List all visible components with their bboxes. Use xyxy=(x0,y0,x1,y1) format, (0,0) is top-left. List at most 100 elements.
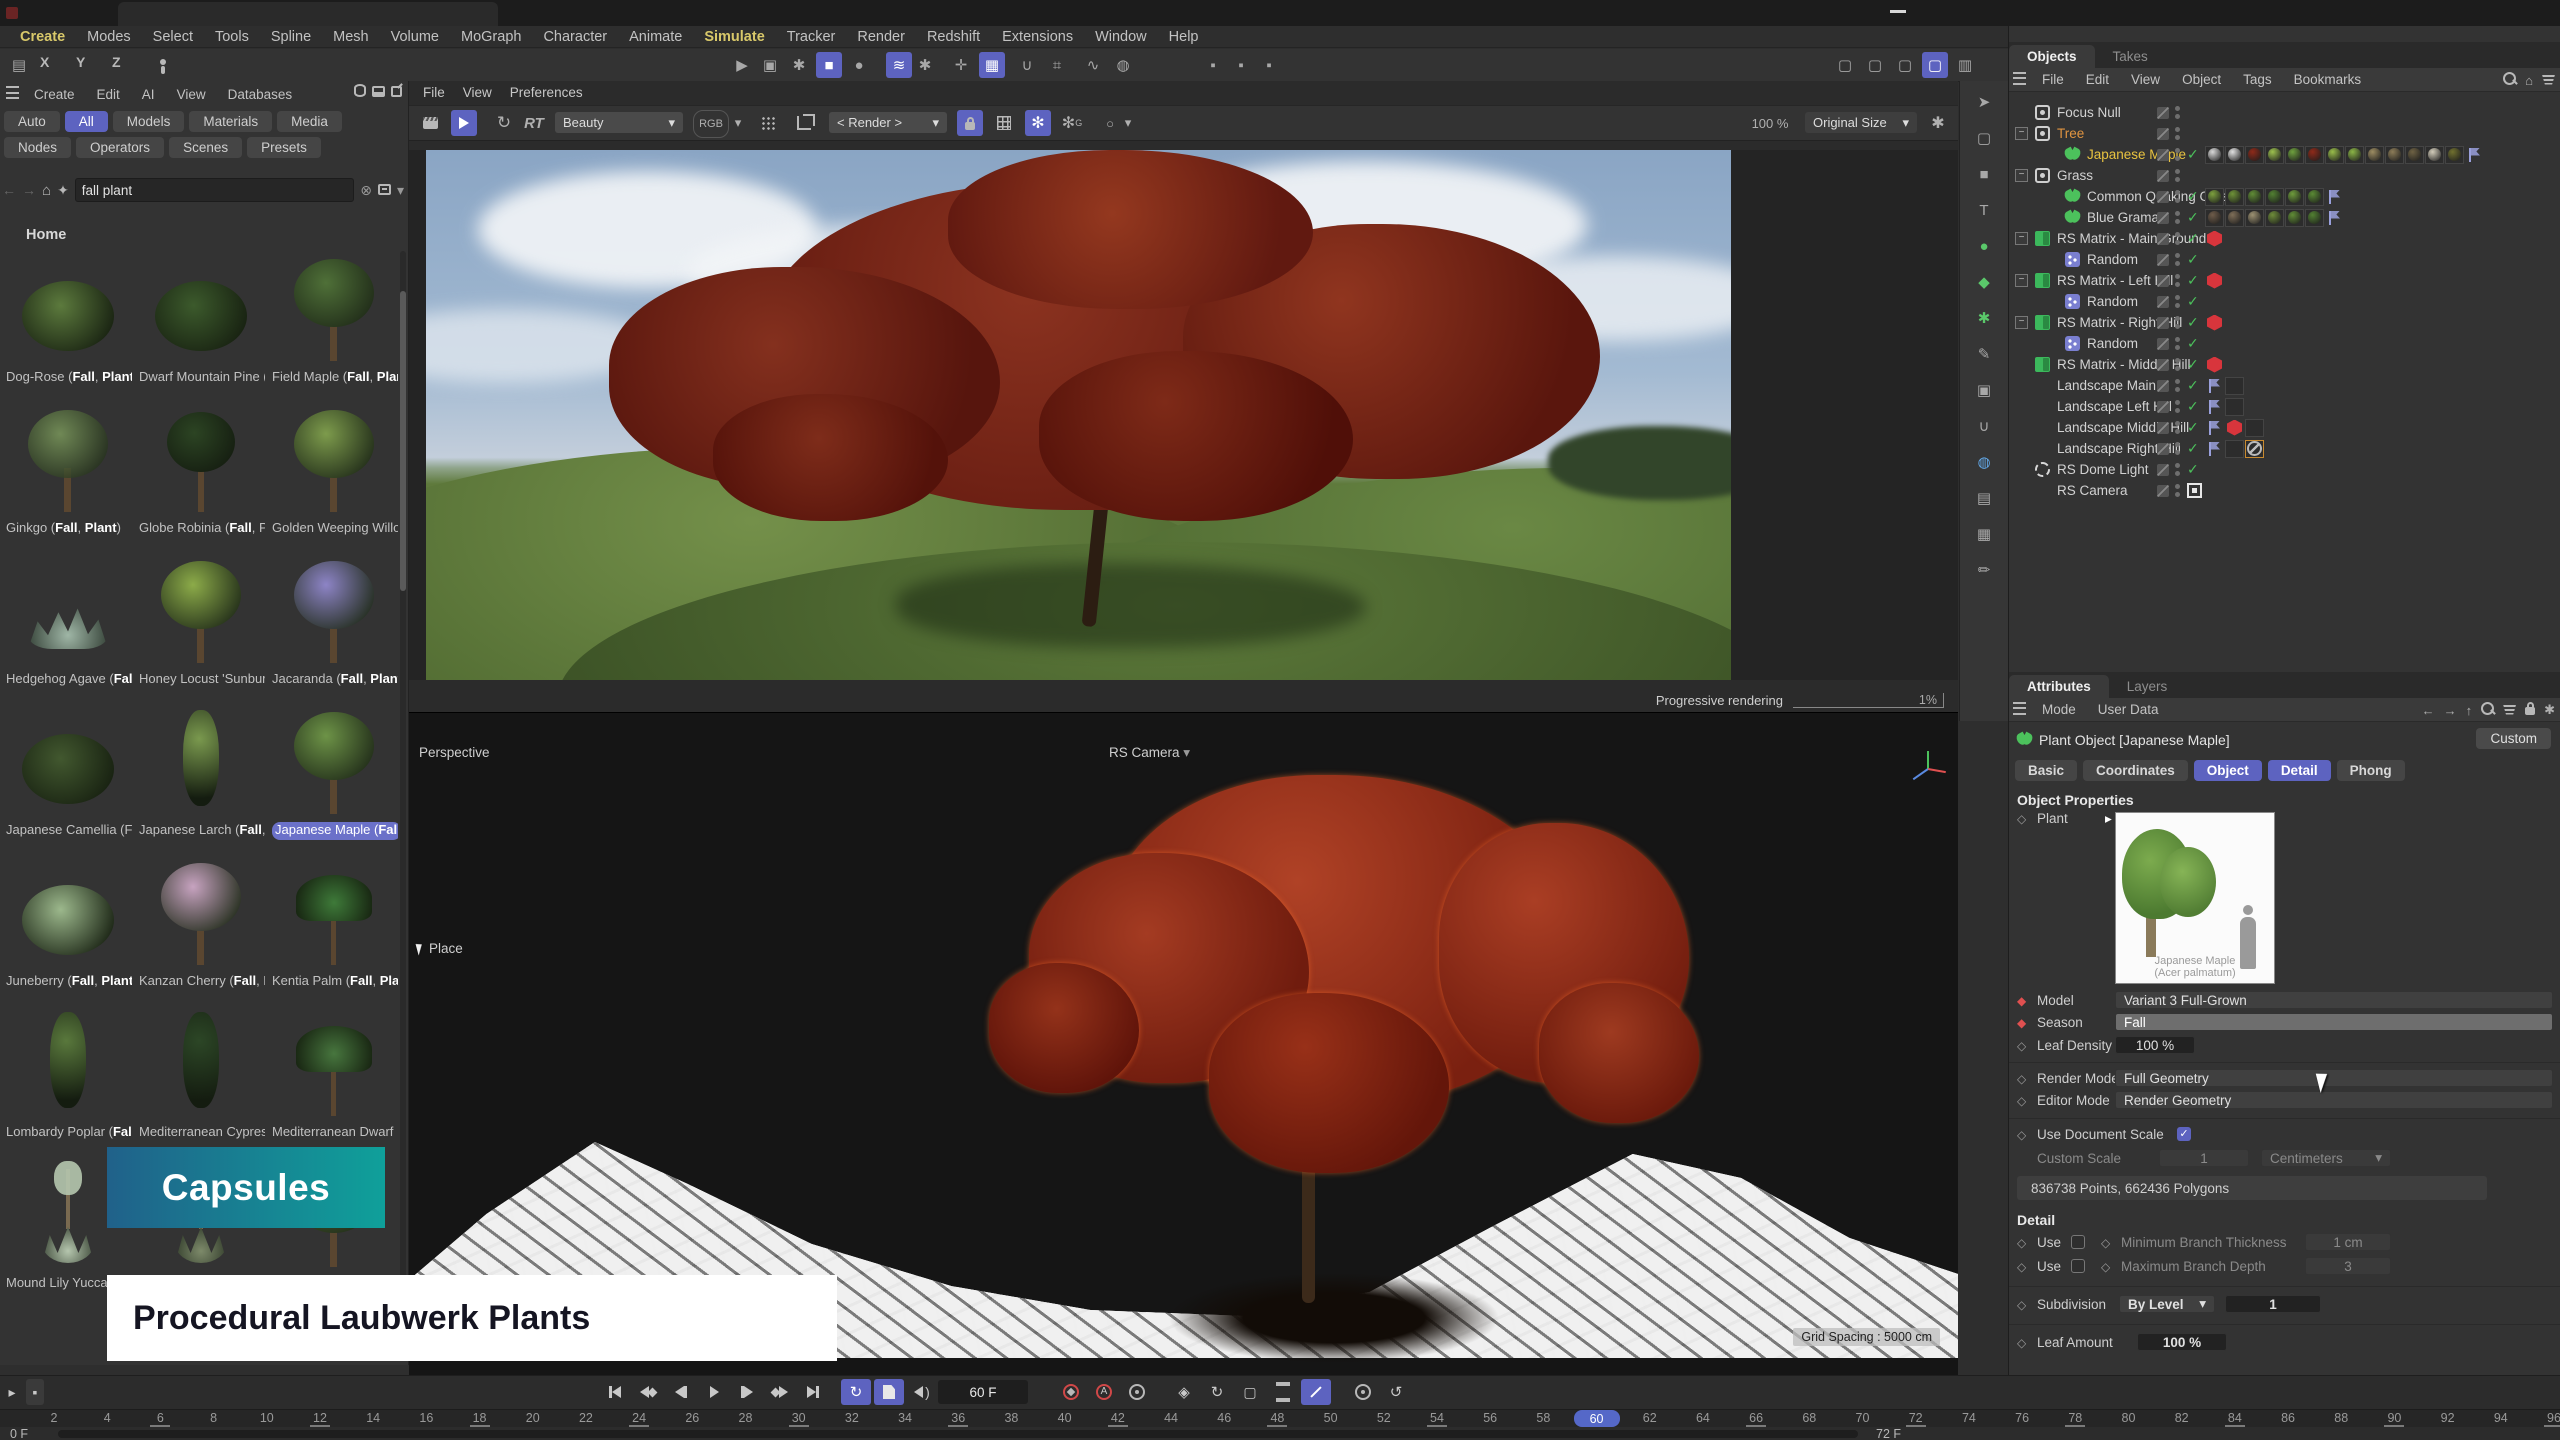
material-swatch-icon[interactable] xyxy=(2265,188,2284,206)
start-ipr-icon[interactable] xyxy=(451,110,477,136)
visibility-toggle-icon[interactable] xyxy=(2157,170,2169,182)
custom-scale-field[interactable]: 1 xyxy=(2159,1149,2249,1167)
region-caret-icon[interactable]: ▾ xyxy=(1121,110,1135,136)
material-swatch-icon[interactable] xyxy=(2245,188,2264,206)
ab-menu-edit[interactable]: Edit xyxy=(88,87,129,102)
lock-render-icon[interactable] xyxy=(957,110,983,136)
leaf-amount-field[interactable]: 100 % xyxy=(2137,1333,2227,1351)
camera-label[interactable]: RS Camera ▾ xyxy=(1109,745,1190,761)
filter-all[interactable]: All xyxy=(65,111,108,132)
zoom-value[interactable]: 100 % xyxy=(1745,110,1795,136)
smart-search-icon[interactable]: ✦ xyxy=(57,182,69,199)
tab-layers[interactable]: Layers xyxy=(2109,675,2186,698)
object-label[interactable]: Grass xyxy=(2057,168,2093,183)
asset-item[interactable]: Kentia Palm (Fall, Plant) xyxy=(272,855,398,1001)
editor-render-dots-icon[interactable] xyxy=(2175,463,2181,477)
deformer-icon[interactable]: ▣ xyxy=(1968,375,2000,405)
play-icon[interactable] xyxy=(699,1379,729,1405)
max-branch-field[interactable]: 3 xyxy=(2305,1257,2391,1275)
visibility-toggle-icon[interactable] xyxy=(2157,317,2169,329)
search-options-caret-icon[interactable]: ▾ xyxy=(397,182,404,199)
annotation-flag-icon[interactable] xyxy=(2208,379,2221,393)
material-swatch-icon[interactable] xyxy=(2305,188,2324,206)
layout-model-icon[interactable]: ▢ xyxy=(1892,52,1918,78)
cycle-icon[interactable]: ↺ xyxy=(1381,1379,1411,1405)
archive-icon[interactable] xyxy=(378,182,391,198)
enabled-check-icon[interactable]: ✓ xyxy=(2187,335,2199,352)
expand-toggle-icon[interactable]: − xyxy=(2015,127,2028,140)
asset-item[interactable]: Japanese Maple (Fall, ... xyxy=(272,704,398,850)
menu-tracker[interactable]: Tracker xyxy=(777,28,846,46)
object-label[interactable]: Landscape Left Hill xyxy=(2057,399,2172,414)
pen-tool-icon[interactable]: ✎ xyxy=(1968,339,2000,369)
object-row[interactable]: Landscape Left Hill✓ xyxy=(2009,396,2560,417)
palette-icon[interactable]: ▤ xyxy=(6,52,32,78)
home-icon[interactable]: ⌂ xyxy=(42,182,51,199)
rv-menu-file[interactable]: File xyxy=(415,83,453,102)
menu-create[interactable]: Create xyxy=(10,28,75,46)
range-slider[interactable] xyxy=(58,1430,1858,1438)
current-frame-field[interactable]: 60 F xyxy=(938,1380,1028,1404)
sketch-tool-icon[interactable]: ✏ xyxy=(1968,555,2000,585)
back-icon[interactable]: ← xyxy=(2,182,16,198)
use-document-scale-key-icon[interactable]: ◇ xyxy=(2017,1128,2026,1142)
hamburger-icon[interactable] xyxy=(2013,72,2026,88)
object-row[interactable]: Random✓ xyxy=(2009,333,2560,354)
open-external-icon[interactable] xyxy=(391,84,402,100)
layout-standard-icon[interactable]: ▢ xyxy=(1832,52,1858,78)
redshift-material-icon[interactable] xyxy=(2207,357,2222,373)
material-swatch-icon[interactable] xyxy=(2385,146,2404,164)
visibility-toggle-icon[interactable] xyxy=(2157,443,2169,455)
generator-tool-icon[interactable]: ◆ xyxy=(1968,267,2000,297)
gear-icon[interactable]: ✱ xyxy=(2544,702,2555,718)
render-mode-select[interactable]: Full Geometry xyxy=(2115,1069,2553,1087)
enabled-check-icon[interactable]: ✓ xyxy=(2187,209,2199,226)
axis-mode-icon[interactable]: ✛ xyxy=(948,52,974,78)
autokey-icon[interactable]: A xyxy=(1089,1379,1119,1405)
material-swatch-icon[interactable] xyxy=(2245,146,2264,164)
menu-tools[interactable]: Tools xyxy=(205,28,259,46)
model-key-icon[interactable]: ◆ xyxy=(2017,994,2026,1008)
next-frame-icon[interactable] xyxy=(732,1379,762,1405)
enabled-check-icon[interactable]: ✓ xyxy=(2187,440,2199,457)
panel-menu-object[interactable]: Object xyxy=(2172,72,2231,87)
freeze-geometry-icon[interactable]: ✻G xyxy=(1059,110,1085,136)
visibility-toggle-icon[interactable] xyxy=(2157,128,2169,140)
filter-presets[interactable]: Presets xyxy=(247,137,321,158)
object-label[interactable]: Random xyxy=(2087,294,2138,309)
visibility-toggle-icon[interactable] xyxy=(2157,233,2169,245)
forward-icon[interactable]: → xyxy=(2444,703,2457,718)
filter-auto[interactable]: Auto xyxy=(4,111,60,132)
timeline-expand-icon[interactable]: ▸ xyxy=(4,1379,20,1405)
render-view-icon[interactable]: ▶ xyxy=(729,52,755,78)
material-swatch-icon[interactable] xyxy=(2365,146,2384,164)
expand-toggle-icon[interactable]: − xyxy=(2015,274,2028,287)
asset-item[interactable]: Kanzan Cherry (Fall, Pl... xyxy=(139,855,265,1001)
editor-render-dots-icon[interactable] xyxy=(2175,169,2181,183)
attr-tab-object[interactable]: Object xyxy=(2194,760,2262,781)
visibility-toggle-icon[interactable] xyxy=(2157,359,2169,371)
visibility-toggle-icon[interactable] xyxy=(2157,422,2169,434)
expand-toggle-icon[interactable]: − xyxy=(2015,232,2028,245)
material-swatch-icon[interactable] xyxy=(2265,209,2284,227)
forward-icon[interactable]: → xyxy=(22,182,36,198)
custom-scale-unit-select[interactable]: Centimeters▾ xyxy=(2261,1149,2391,1167)
lock-x-icon[interactable]: ▪ xyxy=(1200,52,1226,78)
menu-animate[interactable]: Animate xyxy=(619,28,692,46)
guides-icon[interactable]: ∿ xyxy=(1080,52,1106,78)
material-preview-icon[interactable] xyxy=(2245,419,2264,437)
simulate-icon[interactable]: ≋ xyxy=(886,52,912,78)
enabled-check-icon[interactable]: ✓ xyxy=(2187,461,2199,478)
editor-render-dots-icon[interactable] xyxy=(2175,253,2181,267)
visibility-toggle-icon[interactable] xyxy=(2157,485,2169,497)
editor-render-dots-icon[interactable] xyxy=(2175,127,2181,141)
leaf-density-key-icon[interactable]: ◇ xyxy=(2017,1039,2026,1053)
panel-menu-mode[interactable]: Mode xyxy=(2032,702,2086,717)
object-row[interactable]: RS Matrix - Middle Hill✓ xyxy=(2009,354,2560,375)
current-frame-marker[interactable]: 60 xyxy=(1574,1410,1620,1427)
visibility-toggle-icon[interactable] xyxy=(2157,275,2169,287)
attr-tab-phong[interactable]: Phong xyxy=(2337,760,2405,781)
bucket-grid-icon[interactable] xyxy=(991,110,1017,136)
text-primitive-icon[interactable]: T xyxy=(1968,195,2000,225)
material-swatch-icon[interactable] xyxy=(2445,146,2464,164)
